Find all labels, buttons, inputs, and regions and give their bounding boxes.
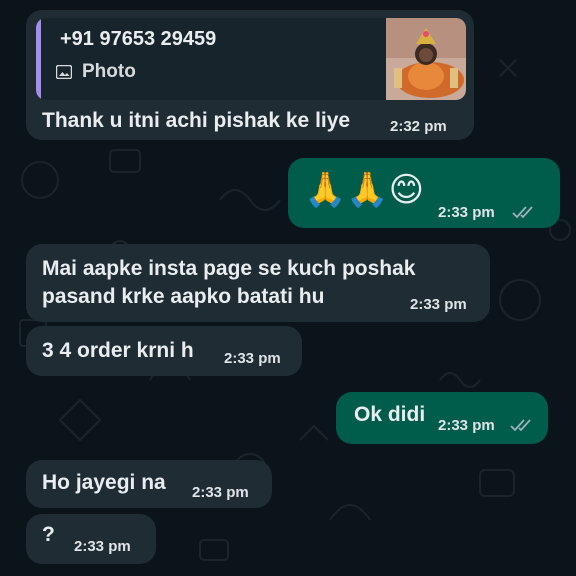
message-text: 3 4 order krni h <box>42 339 194 362</box>
quoted-type-label: Photo <box>82 61 136 82</box>
quoted-reply[interactable]: +91 97653 29459 Photo <box>36 18 466 100</box>
message-bubble-outgoing[interactable]: 🙏🙏😊 2:33 pm <box>288 158 560 228</box>
message-bubble-incoming[interactable]: 3 4 order krni h 2:33 pm <box>26 326 302 376</box>
message-emoji-text: 🙏🙏😊 <box>304 171 425 209</box>
message-text-line-1: Mai aapke insta page se kuch poshak <box>42 257 416 280</box>
message-bubble-outgoing[interactable]: Ok didi 2:33 pm <box>336 392 548 444</box>
message-time: 2:32 pm <box>390 118 447 135</box>
message-time: 2:33 pm <box>410 296 467 313</box>
message-time: 2:33 pm <box>192 484 249 501</box>
quote-accent-bar <box>36 18 41 100</box>
message-text-line-2: pasand krke aapko batati hu <box>42 285 325 308</box>
read-receipt-icon <box>510 419 531 432</box>
message-text: Ok didi <box>354 403 426 426</box>
message-text: Thank u itni achi pishak ke liye <box>42 109 351 132</box>
photo-icon <box>56 65 72 79</box>
message-time: 2:33 pm <box>438 417 495 434</box>
message-text: ? <box>42 523 55 546</box>
read-receipt-icon <box>512 206 533 219</box>
quoted-photo-thumbnail[interactable] <box>386 18 466 100</box>
message-time: 2:33 pm <box>224 350 281 367</box>
message-time: 2:33 pm <box>74 538 131 555</box>
message-bubble-incoming[interactable]: Ho jayegi na 2:33 pm <box>26 460 272 508</box>
message-bubble-incoming[interactable]: +91 97653 29459 Photo Thank u itni achi … <box>26 10 474 140</box>
message-bubble-incoming[interactable]: ? 2:33 pm <box>26 514 156 564</box>
quoted-sender: +91 97653 29459 <box>60 28 217 50</box>
message-text: Ho jayegi na <box>42 471 166 494</box>
message-time: 2:33 pm <box>438 204 495 221</box>
message-bubble-incoming[interactable]: Mai aapke insta page se kuch poshak pasa… <box>26 244 490 322</box>
